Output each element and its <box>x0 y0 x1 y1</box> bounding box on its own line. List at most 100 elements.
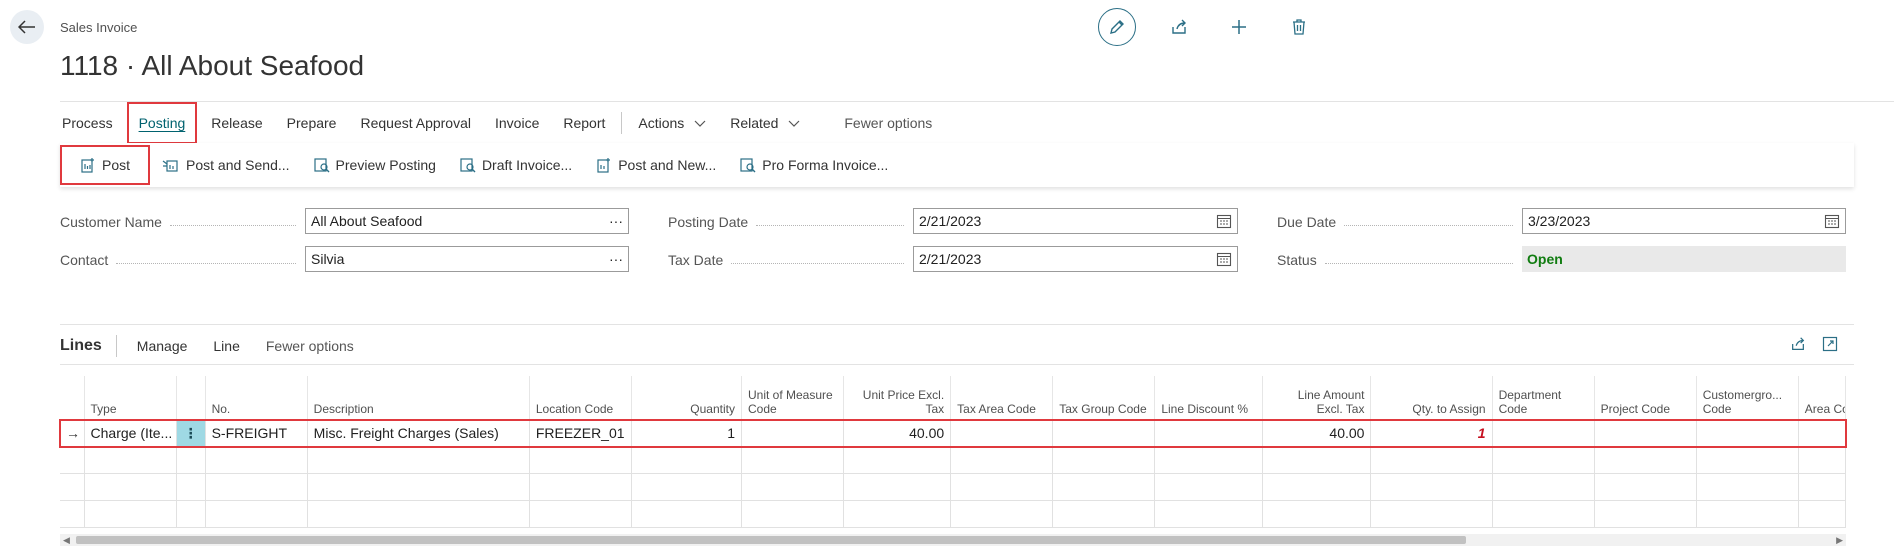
empty-row[interactable] <box>60 473 1847 501</box>
calendar-icon[interactable] <box>1824 213 1840 229</box>
empty-cell[interactable] <box>205 446 308 474</box>
col-line-amount[interactable]: Line Amount Excl. Tax <box>1262 376 1372 420</box>
empty-cell[interactable] <box>1370 473 1493 501</box>
empty-cell[interactable] <box>631 500 743 528</box>
delete-button[interactable] <box>1282 10 1316 44</box>
empty-cell[interactable] <box>1154 446 1264 474</box>
empty-cell[interactable] <box>1798 473 1847 501</box>
empty-row[interactable] <box>60 446 1847 474</box>
new-button[interactable] <box>1222 10 1256 44</box>
contact-field[interactable]: Silvia ··· <box>305 246 629 272</box>
empty-cell[interactable] <box>950 473 1054 501</box>
contact-lookup-button[interactable]: ··· <box>609 247 623 271</box>
menu-request-approval[interactable]: Request Approval <box>348 108 483 138</box>
col-area-code[interactable]: Area Co... <box>1798 376 1847 420</box>
cell-customergroup-code[interactable] <box>1696 419 1799 447</box>
empty-cell[interactable] <box>84 473 177 501</box>
due-date-field[interactable]: 3/23/2023 <box>1522 208 1846 234</box>
menu-actions[interactable]: Actions <box>626 108 718 138</box>
empty-cell[interactable] <box>529 446 632 474</box>
col-tax-area[interactable]: Tax Area Code <box>950 376 1054 420</box>
col-description[interactable]: Description <box>307 376 530 420</box>
menu-related[interactable]: Related <box>718 108 812 138</box>
horizontal-scrollbar[interactable]: ◀ ▶ <box>60 534 1846 546</box>
col-department-code[interactable]: Department Code <box>1492 376 1595 420</box>
empty-cell[interactable] <box>1052 446 1156 474</box>
empty-cell[interactable] <box>950 446 1054 474</box>
posting-date-field[interactable]: 2/21/2023 <box>913 208 1238 234</box>
customer-name-field[interactable]: All About Seafood ··· <box>305 208 629 234</box>
scroll-right-icon[interactable]: ▶ <box>1836 534 1843 546</box>
col-unit-of-measure[interactable]: Unit of Measure Code <box>741 376 845 420</box>
customer-name-lookup-button[interactable]: ··· <box>609 209 623 233</box>
empty-cell[interactable] <box>84 500 177 528</box>
cell-description[interactable]: Misc. Freight Charges (Sales) <box>307 419 530 447</box>
empty-cell[interactable] <box>1370 500 1493 528</box>
empty-cell[interactable] <box>307 500 530 528</box>
menu-prepare[interactable]: Prepare <box>275 108 349 138</box>
empty-cell[interactable] <box>307 446 530 474</box>
empty-cell[interactable] <box>1492 473 1595 501</box>
col-no[interactable]: No. <box>205 376 308 420</box>
preview-posting-button[interactable]: Preview Posting <box>302 148 448 182</box>
row-menu-button[interactable]: ⋮ <box>176 419 206 447</box>
col-customergroup-code[interactable]: Customergro... Code <box>1696 376 1799 420</box>
empty-cell[interactable] <box>631 473 743 501</box>
empty-cell[interactable] <box>1154 500 1264 528</box>
col-unit-price[interactable]: Unit Price Excl. Tax <box>843 376 952 420</box>
cell-qty-to-assign[interactable]: 1 <box>1370 419 1493 447</box>
empty-cell[interactable] <box>741 446 845 474</box>
table-row[interactable]: → Charge (Ite... ⋮ S-FREIGHT Misc. Freig… <box>59 418 1847 448</box>
empty-cell[interactable] <box>1798 446 1847 474</box>
cell-no[interactable]: S-FREIGHT <box>205 419 308 447</box>
col-type[interactable]: Type <box>84 376 177 420</box>
empty-cell[interactable] <box>1262 500 1372 528</box>
col-line-discount[interactable]: Line Discount % <box>1154 376 1264 420</box>
calendar-icon[interactable] <box>1216 213 1232 229</box>
empty-cell[interactable] <box>307 473 530 501</box>
cell-line-amount[interactable]: 40.00 <box>1262 419 1372 447</box>
tax-date-field[interactable]: 2/21/2023 <box>913 246 1238 272</box>
menu-fewer-options[interactable]: Fewer options <box>832 108 944 138</box>
empty-cell[interactable] <box>1262 473 1372 501</box>
col-location-code[interactable]: Location Code <box>529 376 632 420</box>
empty-cell[interactable] <box>1370 446 1493 474</box>
empty-cell[interactable] <box>1492 500 1595 528</box>
empty-cell[interactable] <box>176 473 206 501</box>
empty-cell[interactable] <box>631 446 743 474</box>
pro-forma-invoice-button[interactable]: Pro Forma Invoice... <box>728 148 900 182</box>
cell-tax-group[interactable] <box>1052 419 1156 447</box>
empty-cell[interactable] <box>843 446 952 474</box>
cell-area-code[interactable] <box>1798 419 1847 447</box>
empty-cell[interactable] <box>205 473 308 501</box>
empty-cell[interactable] <box>950 500 1054 528</box>
empty-cell[interactable] <box>1696 446 1799 474</box>
empty-cell[interactable] <box>1052 500 1156 528</box>
col-project-code[interactable]: Project Code <box>1594 376 1697 420</box>
cell-quantity[interactable]: 1 <box>631 419 743 447</box>
empty-cell[interactable] <box>1154 473 1264 501</box>
empty-cell[interactable] <box>176 446 206 474</box>
lines-fewer-options[interactable]: Fewer options <box>266 338 354 354</box>
empty-cell[interactable] <box>529 500 632 528</box>
empty-cell[interactable] <box>1052 473 1156 501</box>
post-button[interactable]: Post <box>60 145 151 185</box>
empty-cell[interactable] <box>84 446 177 474</box>
cell-tax-area[interactable] <box>950 419 1054 447</box>
expand-icon[interactable] <box>1822 336 1838 352</box>
cell-line-discount[interactable] <box>1154 419 1264 447</box>
cell-location-code[interactable]: FREEZER_01 <box>529 419 632 447</box>
menu-posting[interactable]: Posting <box>126 102 198 144</box>
lines-tab-line[interactable]: Line <box>213 338 239 354</box>
empty-cell[interactable] <box>1594 446 1697 474</box>
draft-invoice-button[interactable]: Draft Invoice... <box>448 148 584 182</box>
cell-project-code[interactable] <box>1594 419 1697 447</box>
cell-type[interactable]: Charge (Ite... <box>84 419 177 447</box>
scroll-left-icon[interactable]: ◀ <box>63 534 70 546</box>
empty-cell[interactable] <box>1798 500 1847 528</box>
empty-cell[interactable] <box>1594 473 1697 501</box>
menu-invoice[interactable]: Invoice <box>483 108 551 138</box>
empty-cell[interactable] <box>176 500 206 528</box>
col-qty-to-assign[interactable]: Qty. to Assign <box>1370 376 1493 420</box>
menu-release[interactable]: Release <box>199 108 274 138</box>
